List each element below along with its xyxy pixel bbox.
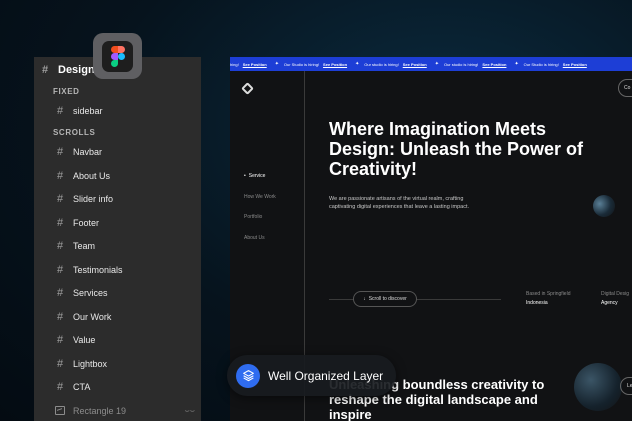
layer-label: Footer — [73, 217, 100, 228]
panel-title: Design — [58, 64, 95, 76]
layer-services[interactable]: # Services — [34, 282, 201, 306]
star-icon: ✦ — [514, 61, 519, 67]
learn-more-button[interactable]: Le — [620, 377, 632, 395]
frame-icon: # — [56, 263, 64, 276]
site-nav-how-we-work[interactable]: How We Work — [244, 194, 276, 215]
ticker-item: ✦ Our Studio is hiring! See Position — [514, 61, 587, 67]
frame-icon: # — [56, 287, 64, 300]
ticker-item: ✦ Our studio is hiring! See Position — [355, 61, 427, 67]
figma-logo-icon — [102, 40, 133, 72]
frame-icon: # — [56, 216, 64, 229]
well-organized-layer-badge: Well Organized Layer — [227, 355, 396, 396]
section-label-scrolls: SCROLLS — [53, 128, 96, 137]
site-nav-portfolio[interactable]: Portfolio — [244, 214, 276, 235]
badge-label: Well Organized Layer — [268, 368, 384, 383]
frame-icon: # — [56, 146, 64, 159]
layer-label: CTA — [73, 382, 91, 393]
contact-button[interactable]: Co — [618, 79, 632, 97]
hero-description: We are passionate artisans of the virtua… — [329, 196, 470, 210]
site-nav-about-us[interactable]: About Us — [244, 235, 276, 256]
site-nav-service[interactable]: Service — [244, 173, 276, 194]
layer-sidebar[interactable]: # sidebar — [34, 99, 201, 123]
layer-label: Lightbox — [73, 358, 108, 369]
frame-icon: # — [56, 357, 64, 370]
star-icon: ✦ — [355, 61, 360, 67]
eye-hidden-icon[interactable]: ⌣⌣ — [184, 406, 195, 416]
star-icon: ✦ — [274, 61, 279, 67]
site-logo-icon[interactable] — [241, 82, 254, 95]
frame-icon: # — [56, 169, 64, 182]
layer-label: Value — [73, 335, 96, 346]
layer-about-us[interactable]: # About Us — [34, 164, 201, 188]
digital-label: Digital Desig — [601, 291, 630, 297]
see-position-link[interactable]: See Position — [323, 62, 347, 67]
see-position-link[interactable]: See Position — [482, 62, 506, 67]
frame-icon: # — [56, 310, 64, 323]
layers-panel: # Design FIXED # sidebar SCROLLS # Navbar … — [34, 57, 201, 421]
layers-icon — [236, 363, 260, 388]
frame-icon: # — [56, 104, 64, 117]
ticker-item: ✦ Our Studio is hiring! See Position — [274, 61, 348, 67]
based-label: Based in Springfield — [526, 291, 571, 297]
star-icon: ✦ — [434, 61, 439, 67]
section-label-fixed: FIXED — [53, 86, 80, 96]
frame-icon: # — [56, 334, 64, 347]
layer-testimonials[interactable]: # Testimonials — [34, 258, 201, 282]
frame-icon: # — [56, 193, 64, 206]
layer-navbar[interactable]: # Navbar — [34, 141, 201, 165]
see-position-link[interactable]: See Position — [563, 62, 587, 67]
figma-app-icon[interactable] — [93, 33, 142, 79]
layer-label: Our Work — [73, 311, 112, 322]
layer-our-work[interactable]: # Our Work — [34, 305, 201, 329]
based-value: Indonesia — [526, 300, 548, 306]
see-position-link[interactable]: See Position — [243, 62, 267, 67]
digital-value: Agency — [601, 300, 618, 306]
frame-icon: # — [56, 240, 64, 253]
layer-label: Rectangle 19 — [73, 405, 127, 416]
arrow-down-icon: ↓ — [363, 296, 366, 302]
ticker-item: hing! See Position — [230, 61, 267, 67]
layer-label: Slider info — [73, 194, 114, 205]
frame-icon: # — [41, 64, 49, 76]
layer-label: Team — [73, 241, 96, 252]
hiring-ticker: hing! See Position ✦ Our Studio is hiring!… — [230, 57, 632, 71]
layer-cta[interactable]: # CTA — [34, 376, 201, 400]
layer-label: About Us — [73, 170, 111, 181]
site-nav: Service How We Work Portfolio About Us — [244, 173, 276, 255]
layer-rectangle-19[interactable]: Rectangle 19 ⌣⌣ — [34, 399, 201, 421]
scroll-label: Scroll to discover — [368, 296, 407, 302]
layer-slider-info[interactable]: # Slider info — [34, 188, 201, 212]
ticker-item: ✦ Our studio is hiring! See Position — [434, 61, 507, 67]
layer-lightbox[interactable]: # Lightbox — [34, 352, 201, 376]
hero-title: Where Imagination Meets Design: Unleash … — [329, 119, 584, 179]
based-in-info: Based in Springfield Indonesia — [526, 291, 570, 306]
layer-value[interactable]: # Value — [34, 329, 201, 353]
scroll-to-discover-button[interactable]: ↓ Scroll to discover — [353, 291, 417, 307]
see-position-link[interactable]: See Position — [403, 62, 427, 67]
layer-label: Navbar — [73, 147, 103, 158]
decorative-orb — [593, 195, 615, 217]
layer-footer[interactable]: # Footer — [34, 211, 201, 235]
image-icon — [55, 406, 65, 416]
frame-icon: # — [56, 381, 64, 394]
layer-label: sidebar — [73, 105, 103, 116]
layer-label: Testimonials — [73, 264, 123, 275]
layer-team[interactable]: # Team — [34, 235, 201, 259]
decorative-orb — [574, 363, 622, 411]
layer-label: Services — [73, 288, 108, 299]
agency-info: Digital Desig Agency — [601, 291, 629, 306]
